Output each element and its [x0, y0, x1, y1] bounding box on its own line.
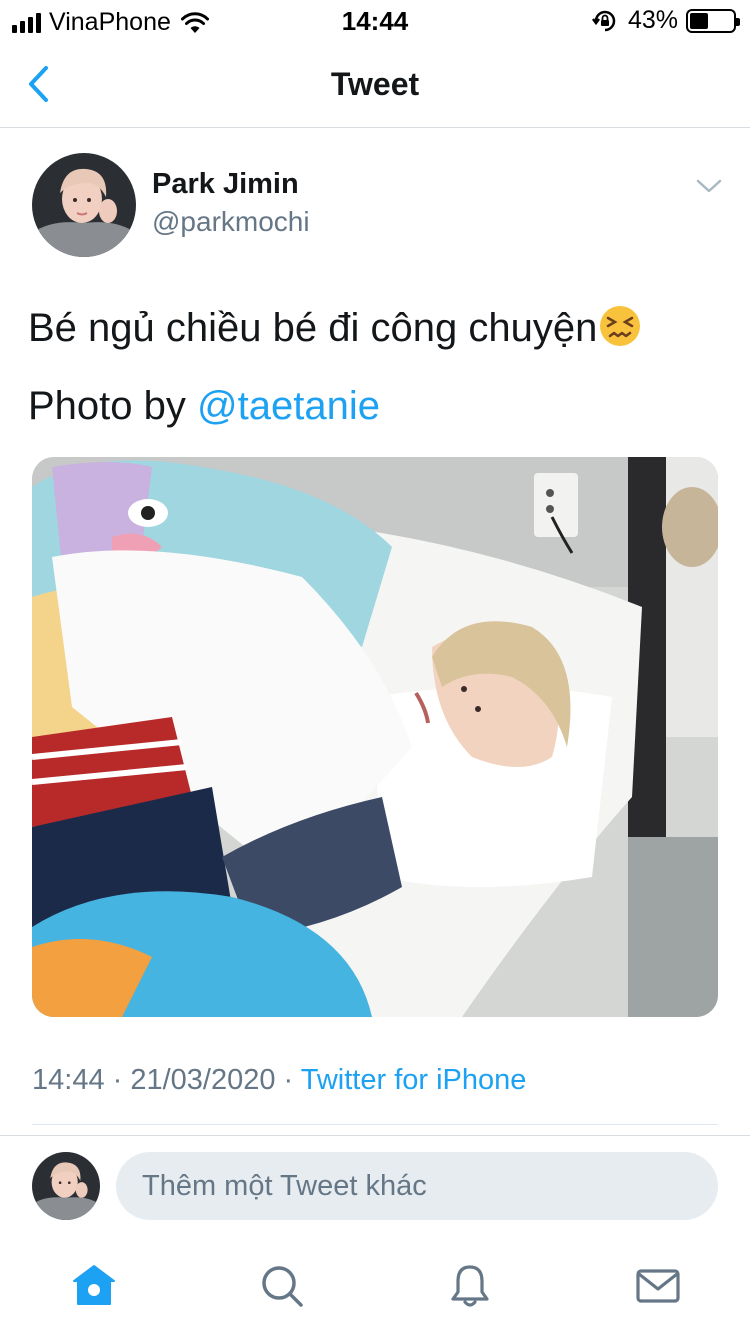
messages-envelope-icon[interactable] [634, 1262, 682, 1310]
tweet-text-line2: Photo by @taetanie [28, 382, 728, 430]
tweet-source-link[interactable]: Twitter for iPhone [301, 1064, 527, 1096]
tweet-photo[interactable] [32, 457, 718, 1017]
tweet-meta: 14:44 · 21/03/2020 · Twitter for iPhone [32, 1064, 526, 1097]
avatar-image [32, 1152, 100, 1220]
tweet-datetime: 14:44 · 21/03/2020 · [32, 1064, 301, 1096]
battery-percent: 43% [627, 6, 678, 34]
photo-credit-prefix: Photo by [28, 384, 198, 428]
divider [0, 1135, 750, 1136]
battery-icon [686, 8, 740, 33]
current-user-avatar[interactable] [32, 1152, 100, 1220]
avatar-image [32, 153, 136, 257]
reply-input[interactable] [116, 1152, 718, 1220]
confounded-face-emoji-icon [600, 306, 641, 346]
tweet-text-line1: Bé ngủ chiều bé đi công chuyện [28, 304, 728, 352]
status-right: 43% [591, 6, 740, 35]
author-avatar[interactable] [32, 153, 136, 257]
tweet-text: Bé ngủ chiều bé đi công chuyện [28, 306, 598, 350]
home-icon[interactable] [70, 1262, 118, 1310]
photo-image [32, 457, 718, 1017]
chevron-down-icon[interactable] [694, 174, 724, 198]
battery-level [690, 12, 709, 29]
mention-link[interactable]: @taetanie [197, 384, 380, 428]
notifications-bell-icon[interactable] [446, 1262, 494, 1310]
rotation-lock-icon [591, 10, 616, 31]
divider [32, 1124, 718, 1125]
nav-bar: Tweet [0, 40, 750, 128]
status-bar: VinaPhone 14:44 43% [0, 0, 750, 40]
search-icon[interactable] [258, 1262, 306, 1310]
author-name[interactable]: Park Jimin [152, 168, 299, 201]
page-title: Tweet [330, 66, 420, 102]
author-handle[interactable]: @parkmochi [152, 206, 310, 238]
